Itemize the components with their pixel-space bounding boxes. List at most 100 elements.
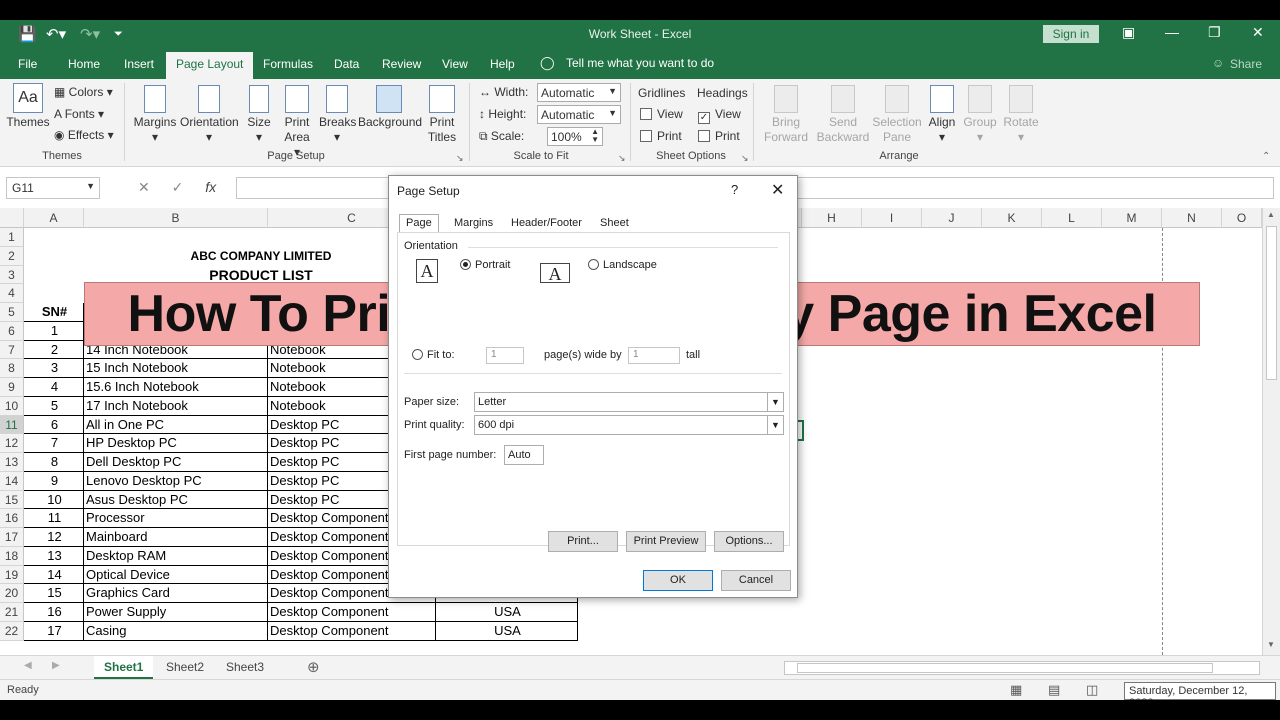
cell-sn[interactable]: 7 <box>24 434 84 453</box>
sign-in-button[interactable]: Sign in <box>1043 25 1099 43</box>
horizontal-scrollbar[interactable] <box>784 661 1260 675</box>
column-header-m[interactable]: M <box>1102 208 1162 228</box>
width-dropdown[interactable]: Automatic ▼ <box>537 83 621 102</box>
column-header-i[interactable]: I <box>862 208 922 228</box>
page-layout-view-icon[interactable]: ▤ <box>1048 682 1060 698</box>
cell-sn[interactable]: 15 <box>24 584 84 603</box>
normal-view-icon[interactable]: ▦ <box>1010 682 1022 698</box>
row-header[interactable]: 10 <box>0 396 24 416</box>
tab-home[interactable]: Home <box>68 57 100 71</box>
radio-unselected[interactable] <box>588 259 599 270</box>
headings-print-checkbox[interactable]: Print <box>698 129 740 143</box>
tab-data[interactable]: Data <box>334 57 359 71</box>
checkbox-unchecked[interactable] <box>640 130 652 142</box>
help-icon[interactable]: ? <box>731 182 738 197</box>
print-area-button[interactable]: Print Area ▾ <box>280 85 314 160</box>
group-button[interactable]: Group ▾ <box>962 85 998 145</box>
row-header[interactable]: 16 <box>0 509 24 528</box>
cell-product-name[interactable]: All in One PC <box>84 415 268 435</box>
cell-sn[interactable]: 13 <box>24 546 84 566</box>
bring-forward-button[interactable]: Bring Forward <box>758 85 814 145</box>
radio-selected[interactable] <box>460 259 471 270</box>
row-header[interactable]: 7 <box>0 340 24 360</box>
cell-sn[interactable]: 1 <box>24 321 84 341</box>
row-header[interactable]: 8 <box>0 359 24 378</box>
align-button[interactable]: Align ▾ <box>926 85 958 145</box>
fit-tall-spinner[interactable]: 1 <box>628 347 680 364</box>
column-header-k[interactable]: K <box>982 208 1042 228</box>
row-header[interactable]: 11 <box>0 415 24 435</box>
horizontal-scroll-thumb[interactable] <box>797 663 1213 673</box>
row-header[interactable]: 9 <box>0 378 24 397</box>
options-button[interactable]: Options... <box>714 531 784 552</box>
cell-product-name[interactable]: Optical Device <box>84 565 268 585</box>
cell-sn[interactable]: 2 <box>24 340 84 360</box>
row-header[interactable]: 14 <box>0 471 24 491</box>
print-quality-select[interactable]: 600 dpi ▼ <box>474 415 784 435</box>
cell-country[interactable]: USA <box>436 603 578 622</box>
tab-header-footer[interactable]: Header/Footer <box>504 214 589 233</box>
row-header[interactable]: 21 <box>0 603 24 622</box>
gridlines-view-checkbox[interactable]: View <box>640 107 683 121</box>
scale-spinner[interactable]: 100% ▲ ▼ <box>547 127 603 146</box>
cell-product-name[interactable]: Power Supply <box>84 603 268 622</box>
orientation-button[interactable]: Orientation ▾ <box>180 85 239 145</box>
checkbox-unchecked[interactable] <box>640 108 652 120</box>
row-header[interactable]: 19 <box>0 565 24 585</box>
column-header-l[interactable]: L <box>1042 208 1102 228</box>
enter-icon[interactable]: ✓ <box>172 179 184 195</box>
cell-product-name[interactable]: HP Desktop PC <box>84 434 268 453</box>
tab-page-layout[interactable]: Page Layout <box>166 52 254 79</box>
cancel-button[interactable]: Cancel <box>721 570 791 591</box>
row-header[interactable]: 17 <box>0 528 24 547</box>
cell-product-name[interactable]: 15 Inch Notebook <box>84 359 268 378</box>
cell-sn[interactable]: 17 <box>24 621 84 641</box>
sheet-title-cell[interactable]: ABC COMPANY LIMITED <box>84 247 436 266</box>
next-sheet-icon[interactable]: ▶ <box>52 660 60 671</box>
scroll-up-icon[interactable]: ▲ <box>1267 210 1275 219</box>
cell-product-name[interactable]: Casing <box>84 621 268 641</box>
cell-country[interactable]: USA <box>436 621 578 641</box>
cell-product-name[interactable]: Asus Desktop PC <box>84 490 268 510</box>
insert-function-icon[interactable]: fx <box>205 179 216 195</box>
minimize-icon[interactable]: — <box>1165 24 1179 40</box>
column-header-a[interactable]: A <box>24 208 84 228</box>
cell-sn[interactable]: 5 <box>24 396 84 416</box>
row-header[interactable]: 6 <box>0 321 24 341</box>
paper-size-select[interactable]: Letter ▼ <box>474 392 784 412</box>
sheet-tab-sheet1[interactable]: Sheet1 <box>94 656 154 679</box>
cell-product-name[interactable]: 15.6 Inch Notebook <box>84 378 268 397</box>
select-all-corner[interactable] <box>0 208 24 228</box>
cell-category[interactable]: Desktop Component <box>268 621 436 641</box>
row-header[interactable]: 13 <box>0 453 24 472</box>
tab-view[interactable]: View <box>442 57 468 71</box>
sheet-options-launcher-icon[interactable]: ↘ <box>741 153 749 164</box>
name-box[interactable]: G11 ▼ <box>6 177 100 199</box>
tab-insert[interactable]: Insert <box>124 57 154 71</box>
portrait-radio[interactable]: Portrait <box>460 259 510 271</box>
tab-review[interactable]: Review <box>382 57 421 71</box>
vertical-scrollbar[interactable]: ▲ ▼ <box>1262 208 1280 655</box>
close-icon[interactable]: ✕ <box>1252 24 1264 41</box>
cell-sn[interactable]: 11 <box>24 509 84 528</box>
fonts-button[interactable]: A Fonts ▾ <box>54 107 104 121</box>
scroll-down-icon[interactable]: ▼ <box>1267 640 1275 649</box>
cell-sn[interactable]: 8 <box>24 453 84 472</box>
cell-sn[interactable]: 12 <box>24 528 84 547</box>
page-break-view-icon[interactable]: ◫ <box>1086 682 1098 698</box>
row-header[interactable]: 20 <box>0 584 24 603</box>
chevron-down-icon[interactable]: ▼ <box>86 181 95 191</box>
cell-sn[interactable]: 6 <box>24 415 84 435</box>
size-button[interactable]: Size ▾ <box>244 85 274 145</box>
tab-page[interactable]: Page <box>399 214 439 233</box>
effects-button[interactable]: ◉ Effects ▾ <box>54 128 114 142</box>
column-header-h[interactable]: H <box>802 208 862 228</box>
rotate-button[interactable]: Rotate ▾ <box>1002 85 1040 145</box>
cell-product-name[interactable]: Graphics Card <box>84 584 268 603</box>
scroll-thumb[interactable] <box>1266 226 1277 380</box>
header-cell-sn[interactable]: SN# <box>24 303 84 322</box>
row-header[interactable]: 18 <box>0 546 24 566</box>
cell-product-name[interactable]: 17 Inch Notebook <box>84 396 268 416</box>
collapse-ribbon-icon[interactable]: ⌃ <box>1262 151 1270 162</box>
ok-button[interactable]: OK <box>643 570 713 591</box>
